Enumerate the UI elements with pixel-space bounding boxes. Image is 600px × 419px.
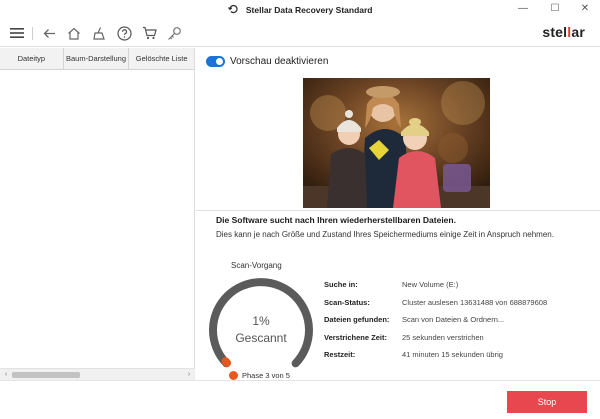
back-icon[interactable] xyxy=(40,24,58,42)
brand-logo: stellar xyxy=(542,24,585,40)
clean-icon[interactable] xyxy=(90,24,108,42)
brand-text-prefix: stel xyxy=(542,24,568,40)
stat-value: 25 sekunden verstrichen xyxy=(402,332,484,342)
stat-row: Dateien gefunden: Scan von Dateien & Ordn… xyxy=(324,311,547,329)
stat-key: Dateien gefunden: xyxy=(324,315,390,325)
preview-toggle[interactable] xyxy=(206,56,225,67)
close-button[interactable]: ✕ xyxy=(577,2,593,16)
scan-subtext: Dies kann je nach Größe und Zustand Ihre… xyxy=(216,230,554,239)
preview-image xyxy=(303,78,490,208)
stat-row: Suche in: New Volume (E:) xyxy=(324,276,547,294)
toolbar: stellar xyxy=(0,19,600,47)
right-panel: Vorschau deaktivieren Die Software sucht… xyxy=(196,48,600,380)
stat-key: Verstrichene Zeit: xyxy=(324,332,387,342)
stat-value: 41 minuten 15 sekunden übrig xyxy=(402,350,503,360)
stat-value: Scan von Dateien & Ordnern... xyxy=(402,315,505,325)
scroll-thumb[interactable] xyxy=(12,372,80,378)
minimize-button[interactable]: — xyxy=(515,2,531,16)
app-recover-icon xyxy=(227,4,239,17)
scan-details: Suche in: New Volume (E:) Scan-Status: Clu… xyxy=(324,276,547,364)
menu-icon[interactable] xyxy=(8,24,26,42)
toolbar-divider xyxy=(32,27,33,40)
preview-toggle-label: Vorschau deaktivieren xyxy=(230,56,329,67)
stat-row: Scan-Status: Cluster auslesen 13631488 vo… xyxy=(324,294,547,312)
stat-key: Suche in: xyxy=(324,280,358,290)
window-title: Stellar Data Recovery Standard xyxy=(245,5,373,15)
title-bar: Stellar Data Recovery Standard — ☐ ✕ xyxy=(0,0,600,19)
stat-value: Cluster auslesen 13631488 von 688879608 xyxy=(402,297,548,307)
view-tabs: Dateityp Baum-Darstellung Gelöschte List… xyxy=(0,48,194,70)
key-icon[interactable] xyxy=(165,24,183,42)
stat-row: Verstrichene Zeit: 25 sekunden verstriche… xyxy=(324,329,547,347)
horizontal-scrollbar[interactable]: ‹ › xyxy=(0,368,195,380)
progress-percent: 1% xyxy=(252,314,270,328)
gauge-label: Scan-Vorgang xyxy=(231,261,282,270)
phase-indicator: Phase 3 von 5 xyxy=(229,371,290,380)
scan-heading: Die Software sucht nach Ihren wiederhers… xyxy=(216,215,456,225)
brand-text-suffix: ar xyxy=(571,24,585,40)
cart-icon[interactable] xyxy=(140,24,158,42)
stop-button[interactable]: Stop xyxy=(507,391,587,413)
left-panel: Dateityp Baum-Darstellung Gelöschte List… xyxy=(0,48,195,380)
progress-status: Gescannt xyxy=(235,331,287,345)
footer: Stop xyxy=(0,380,600,419)
help-icon[interactable] xyxy=(115,24,133,42)
maximize-button[interactable]: ☐ xyxy=(547,2,563,16)
tab-tree-view[interactable]: Baum-Darstellung xyxy=(64,48,130,70)
stat-row: Restzeit: 41 minuten 15 sekunden übrig xyxy=(324,346,547,364)
tab-file-type[interactable]: Dateityp xyxy=(0,48,64,70)
stat-key: Restzeit: xyxy=(324,350,356,360)
section-divider xyxy=(196,210,600,211)
stat-value: New Volume (E:) xyxy=(402,280,459,290)
gauge-knob xyxy=(221,357,230,366)
toggle-knob xyxy=(216,58,223,65)
home-icon[interactable] xyxy=(65,24,83,42)
phase-text: Phase 3 von 5 xyxy=(242,371,290,380)
stat-key: Scan-Status: xyxy=(324,297,370,307)
phase-dot-icon xyxy=(229,371,238,380)
tab-deleted-list[interactable]: Gelöschte Liste xyxy=(129,48,194,70)
window-title-wrap: Stellar Data Recovery Standard xyxy=(0,4,600,17)
